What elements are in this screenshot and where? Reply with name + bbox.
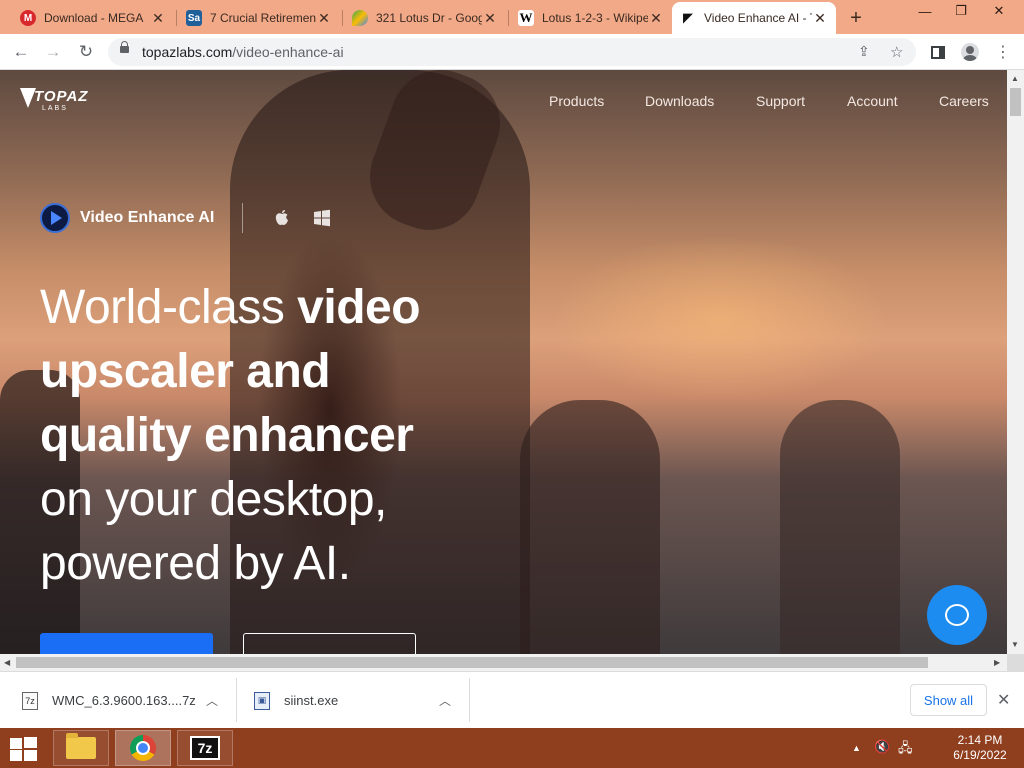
taskbar: 7z ▲ 🔇 🖧 2:14 PM 6/19/2022 — [0, 728, 1024, 768]
back-icon[interactable]: ← — [8, 39, 34, 65]
tab-title: Download - MEGA — [44, 11, 144, 25]
tab-title: Video Enhance AI - Topaz — [704, 11, 812, 25]
divider — [469, 678, 470, 722]
secondary-cta-button[interactable] — [243, 633, 416, 654]
video-enhance-ai-icon — [40, 203, 70, 233]
web-content: TOPAZ LABS Products Downloads Support Ac… — [0, 70, 1007, 654]
close-icon[interactable]: ✕ — [316, 10, 332, 26]
address-bar[interactable]: topazlabs.com/video-enhance-ai ⇪ ☆ — [108, 38, 916, 66]
hero-photo-person — [780, 400, 900, 654]
archive-file-icon: 7z — [22, 691, 38, 710]
download-filename: siinst.exe — [284, 693, 339, 708]
file-explorer-button[interactable] — [53, 730, 109, 766]
nav-careers[interactable]: Careers — [939, 93, 989, 109]
product-name: Video Enhance AI — [80, 209, 215, 226]
7zip-icon: 7z — [190, 736, 220, 760]
browser-toolbar: ← → ↻ topazlabs.com/video-enhance-ai ⇪ ☆… — [0, 34, 1024, 70]
tab-strip: M Download - MEGA ✕ Sa 7 Crucial Retirem… — [0, 0, 1024, 34]
tab-title: 321 Lotus Dr - Google — [376, 11, 482, 25]
download-item[interactable]: ▣ siinst.exe — [254, 672, 338, 729]
horizontal-scrollbar[interactable]: ◀ ▶ — [0, 654, 1007, 671]
volume-muted-icon[interactable]: 🔇 — [874, 739, 890, 755]
tab-title: Lotus 1-2-3 - Wikipedia — [542, 11, 648, 25]
divider — [242, 203, 243, 233]
maps-pin-icon — [352, 10, 368, 26]
installer-file-icon: ▣ — [254, 691, 270, 710]
show-all-button[interactable]: Show all — [910, 684, 987, 716]
nav-account[interactable]: Account — [847, 93, 898, 109]
maximize-icon[interactable]: ❐ — [944, 0, 978, 22]
nav-support[interactable]: Support — [756, 93, 805, 109]
chevron-up-icon[interactable]: ︿ — [206, 692, 218, 709]
tab-google-maps[interactable]: 321 Lotus Dr - Google ✕ — [344, 2, 506, 34]
tab-video-enhance-ai[interactable]: ◤ Video Enhance AI - Topaz ✕ — [672, 2, 836, 34]
hero-photo-person — [520, 400, 660, 654]
tab-separator — [342, 10, 343, 26]
download-item[interactable]: 7z WMC_6.3.9600.163....7z — [22, 672, 196, 729]
divider — [236, 678, 237, 722]
chat-bubble-icon[interactable] — [927, 585, 987, 645]
sa-icon: Sa — [186, 10, 202, 26]
url-text[interactable]: topazlabs.com/video-enhance-ai — [142, 44, 344, 60]
tab-separator — [508, 10, 509, 26]
new-tab-button[interactable]: + — [843, 5, 869, 31]
tray-overflow-icon[interactable]: ▲ — [852, 743, 861, 753]
side-panel-icon[interactable] — [928, 42, 948, 62]
product-badge: Video Enhance AI — [40, 202, 214, 234]
mega-icon: M — [20, 10, 36, 26]
folder-icon — [66, 733, 96, 759]
close-window-icon[interactable]: ✕ — [982, 0, 1016, 22]
lock-icon[interactable] — [120, 41, 129, 53]
nav-products[interactable]: Products — [549, 93, 604, 109]
nav-downloads[interactable]: Downloads — [645, 93, 714, 109]
topaz-icon: ◤ — [683, 10, 693, 25]
close-icon[interactable]: ✕ — [997, 690, 1010, 710]
tab-retirement[interactable]: Sa 7 Crucial Retirement ✕ — [178, 2, 340, 34]
7zip-taskbar-button[interactable]: 7z — [177, 730, 233, 766]
chevron-up-icon[interactable]: ︿ — [439, 692, 451, 709]
scroll-left-icon[interactable]: ◀ — [4, 658, 10, 667]
tab-mega[interactable]: M Download - MEGA ✕ — [12, 2, 174, 34]
reload-icon[interactable]: ↻ — [73, 39, 99, 65]
download-shelf: 7z WMC_6.3.9600.163....7z ︿ ▣ siinst.exe… — [0, 671, 1024, 728]
vertical-scrollbar[interactable]: ▲ ▼ — [1007, 70, 1024, 654]
download-filename: WMC_6.3.9600.163....7z — [52, 693, 196, 708]
network-icon[interactable]: 🖧 — [898, 739, 913, 761]
windows-icon — [314, 209, 330, 227]
tab-title: 7 Crucial Retirement — [210, 11, 316, 25]
hero-headline: World-class video upscaler and quality e… — [40, 281, 421, 590]
chrome-taskbar-button[interactable] — [115, 730, 171, 766]
kebab-menu-icon[interactable]: ⋮ — [993, 42, 1013, 62]
system-clock[interactable]: 2:14 PM 6/19/2022 — [946, 733, 1014, 763]
scroll-down-icon[interactable]: ▼ — [1011, 640, 1019, 649]
share-icon[interactable]: ⇪ — [858, 43, 870, 60]
bookmark-star-icon[interactable]: ☆ — [890, 43, 903, 61]
profile-avatar-icon[interactable] — [960, 42, 980, 62]
close-icon[interactable]: ✕ — [482, 10, 498, 26]
scroll-right-icon[interactable]: ▶ — [994, 658, 1000, 667]
apple-icon — [275, 210, 288, 225]
topaz-logo[interactable]: TOPAZ LABS — [20, 86, 87, 116]
windows-start-icon[interactable] — [8, 736, 38, 762]
forward-icon[interactable]: → — [40, 39, 66, 65]
tab-separator — [176, 10, 177, 26]
tab-wikipedia[interactable]: W Lotus 1-2-3 - Wikipedia ✕ — [510, 2, 672, 34]
chrome-icon — [130, 735, 156, 761]
primary-cta-button[interactable] — [40, 633, 213, 654]
close-icon[interactable]: ✕ — [648, 10, 664, 26]
scroll-up-icon[interactable]: ▲ — [1011, 74, 1019, 83]
scrollbar-corner — [1007, 654, 1024, 671]
scroll-thumb[interactable] — [1010, 88, 1021, 116]
close-icon[interactable]: ✕ — [812, 10, 828, 26]
minimize-icon[interactable]: — — [908, 0, 942, 22]
scroll-thumb[interactable] — [16, 657, 928, 668]
wikipedia-icon: W — [518, 10, 534, 26]
close-icon[interactable]: ✕ — [150, 10, 166, 26]
